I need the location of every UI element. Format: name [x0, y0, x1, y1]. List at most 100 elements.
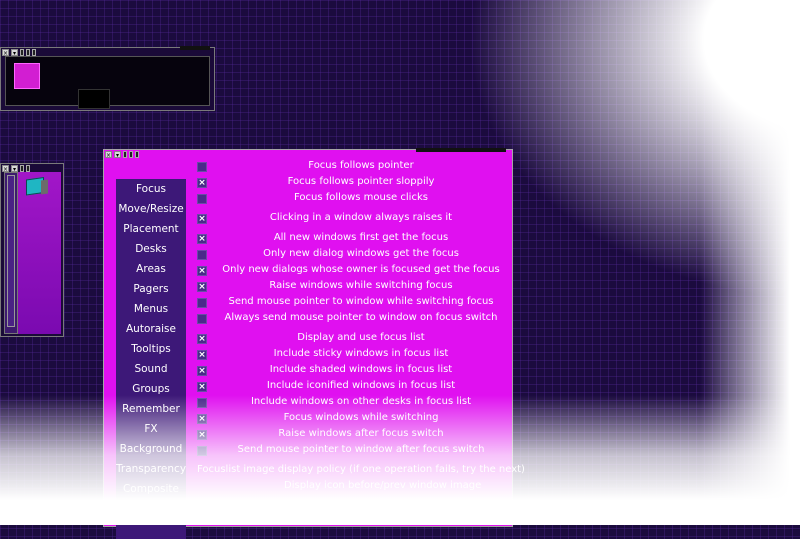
option-label: Send mouse pointer to window after focus… — [237, 444, 485, 455]
option-label: Focus follows mouse clicks — [294, 192, 428, 203]
option-label: Include shaded windows in focus list — [269, 364, 453, 375]
option-checkbox[interactable]: × — [197, 266, 207, 276]
option-checkbox[interactable]: × — [197, 430, 207, 440]
option-label: Only new dialogs whose owner is focused … — [222, 264, 500, 275]
pager-area[interactable] — [5, 56, 210, 109]
option-checkbox[interactable] — [197, 446, 207, 456]
option-label: Focus windows while switching — [283, 412, 439, 423]
pager-titlebar: × ▾ — [1, 48, 36, 57]
scrollbar-thumb[interactable] — [7, 175, 15, 327]
option-row[interactable]: Focus follows pointer — [194, 159, 512, 175]
option-label: Focus follows pointer — [308, 160, 414, 171]
option-checkbox[interactable] — [197, 314, 207, 324]
category-item[interactable]: Transparency — [116, 459, 186, 479]
gadget-content — [18, 172, 61, 334]
category-item[interactable]: Menus — [116, 299, 186, 319]
settings-titlebar: × ▾ — [104, 150, 139, 159]
close-icon[interactable]: × — [105, 150, 112, 159]
category-item[interactable]: Sound — [116, 359, 186, 379]
option-checkbox[interactable]: × — [197, 214, 207, 224]
category-item[interactable]: Remember — [116, 399, 186, 419]
option-checkbox[interactable]: × — [197, 234, 207, 244]
category-item[interactable]: Composite — [116, 479, 186, 499]
option-checkbox[interactable]: × — [197, 282, 207, 292]
option-row[interactable]: Send mouse pointer to window after focus… — [194, 443, 512, 459]
maximize-icon[interactable] — [26, 164, 30, 172]
window-title — [180, 46, 210, 50]
window-title — [416, 148, 506, 152]
option-checkbox[interactable]: × — [197, 382, 207, 392]
policy-label: Focuslist image display policy (if one o… — [197, 464, 525, 475]
category-item[interactable]: Areas — [116, 259, 186, 279]
pager-desk-active[interactable] — [14, 63, 40, 89]
settings-window: × ▾ Focus Move/Resize Placement Desks Areas P… — [103, 148, 525, 539]
option-row[interactable]: Focus follows mouse clicks — [194, 191, 512, 207]
option-checkbox[interactable] — [197, 250, 207, 260]
menu-icon[interactable]: ▾ — [11, 164, 18, 173]
option-checkbox[interactable] — [197, 398, 207, 408]
iconify-icon[interactable] — [20, 48, 24, 56]
category-item[interactable]: Placement — [116, 219, 186, 239]
close-icon[interactable]: × — [2, 164, 9, 173]
shade-icon[interactable] — [32, 48, 36, 56]
category-item[interactable]: Desks — [116, 239, 186, 259]
scrollbar[interactable] — [4, 172, 18, 334]
category-item[interactable]: Pagers — [116, 279, 186, 299]
menu-icon[interactable]: ▾ — [114, 150, 121, 159]
option-row[interactable]: × Include iconified windows in focus list — [194, 379, 512, 395]
category-list: Focus Move/Resize Placement Desks Areas Pager… — [116, 179, 186, 539]
category-item[interactable]: Move/Resize — [116, 199, 186, 219]
option-label: Focus follows pointer sloppily — [287, 176, 435, 187]
category-item[interactable]: Focus — [116, 179, 186, 199]
menu-icon[interactable]: ▾ — [11, 48, 18, 57]
option-checkbox[interactable]: × — [197, 366, 207, 376]
iconify-icon[interactable] — [20, 164, 24, 172]
option-checkbox[interactable] — [197, 162, 207, 172]
pager-desk-window[interactable] — [78, 89, 110, 109]
category-item[interactable]: Autoraise — [116, 319, 186, 339]
iconify-icon[interactable] — [123, 150, 127, 158]
maximize-icon[interactable] — [129, 150, 133, 158]
option-checkbox[interactable] — [197, 298, 207, 308]
maximize-icon[interactable] — [26, 48, 30, 56]
option-row[interactable]: Send mouse pointer to window while switc… — [194, 295, 512, 311]
option-label: All new windows first get the focus — [273, 232, 449, 243]
option-label: Send mouse pointer to window while switc… — [228, 296, 494, 307]
option-row[interactable]: × Include sticky windows in focus list — [194, 347, 512, 363]
option-label: Clicking in a window always raises it — [269, 212, 453, 223]
option-row[interactable]: × Display and use focus list — [194, 331, 512, 347]
option-row[interactable]: × Include shaded windows in focus list — [194, 363, 512, 379]
monitor-icon[interactable] — [26, 174, 48, 199]
shade-icon[interactable] — [135, 150, 139, 158]
policy-option[interactable]: Display icon before/prev window image — [284, 480, 481, 491]
option-checkbox[interactable]: × — [197, 334, 207, 344]
option-label: Raise windows after focus switch — [278, 428, 444, 439]
category-item[interactable]: Tooltips — [116, 339, 186, 359]
option-label: Include iconified windows in focus list — [266, 380, 456, 391]
option-label: Include sticky windows in focus list — [273, 348, 449, 359]
option-row[interactable]: × Focus windows while switching — [194, 411, 512, 427]
option-row[interactable]: × Raise windows while switching focus — [194, 279, 512, 295]
option-label: Raise windows while switching focus — [269, 280, 453, 291]
option-row[interactable]: Include windows on other desks in focus … — [194, 395, 512, 411]
gadget-window: × ▾ — [0, 163, 64, 337]
option-row[interactable]: × Raise windows after focus switch — [194, 427, 512, 443]
close-icon[interactable]: × — [2, 48, 9, 57]
option-checkbox[interactable]: × — [197, 350, 207, 360]
option-checkbox[interactable]: × — [197, 178, 207, 188]
option-row[interactable]: × Focus follows pointer sloppily — [194, 175, 512, 191]
option-label: Display and use focus list — [297, 332, 425, 343]
option-row[interactable]: Always send mouse pointer to window on f… — [194, 311, 512, 327]
option-checkbox[interactable]: × — [197, 414, 207, 424]
category-item[interactable]: Background — [116, 439, 186, 459]
option-checkbox[interactable] — [197, 194, 207, 204]
option-row[interactable]: Only new dialog windows get the focus — [194, 247, 512, 263]
gadget-titlebar: × ▾ — [1, 164, 30, 173]
option-label: Only new dialog windows get the focus — [263, 248, 459, 259]
option-label: Always send mouse pointer to window on f… — [224, 312, 498, 323]
category-item[interactable]: Groups — [116, 379, 186, 399]
category-item[interactable]: FX — [116, 419, 186, 439]
option-row[interactable]: × Only new dialogs whose owner is focused… — [194, 263, 512, 279]
option-row[interactable]: × All new windows first get the focus — [194, 231, 512, 247]
option-row[interactable]: × Clicking in a window always raises it — [194, 211, 512, 227]
